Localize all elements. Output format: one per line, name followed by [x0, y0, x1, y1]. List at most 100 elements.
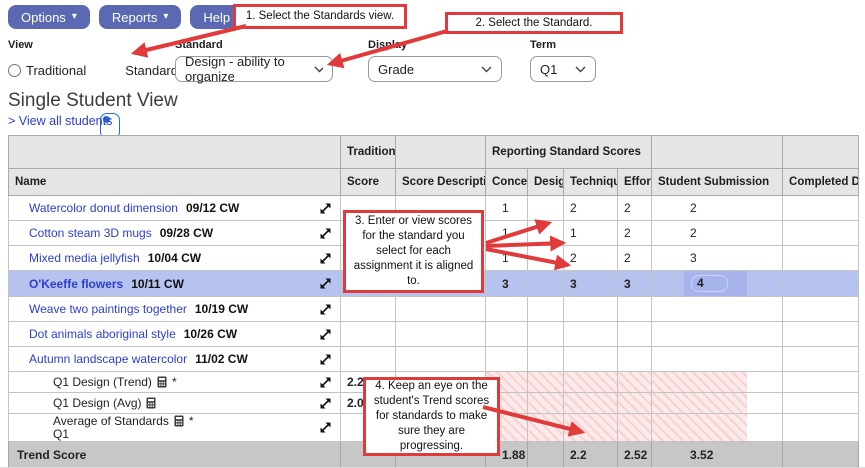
student-submission-score-cell [652, 393, 783, 414]
completed-date-cell [783, 271, 859, 297]
view-label: View [8, 39, 33, 51]
effort-score-cell[interactable]: 2 [618, 221, 652, 246]
score-input[interactable]: 4 [691, 275, 728, 292]
assignment-link[interactable]: Autumn landscape watercolor [29, 352, 187, 366]
technique-score-cell[interactable]: 2 [564, 196, 618, 221]
standard-select-value: Design - ability to organize [185, 54, 314, 84]
completed-date-cell [783, 322, 859, 347]
student-submission-score-cell[interactable]: 2 [652, 196, 783, 221]
student-submission-column-header: Student Submission [652, 169, 783, 196]
completed-date-cell [783, 297, 859, 322]
calculator-icon [174, 415, 184, 427]
design-score-cell[interactable] [528, 196, 564, 221]
technique-score-cell[interactable] [564, 297, 618, 322]
design-score-cell[interactable] [528, 221, 564, 246]
score-description-cell [396, 347, 486, 372]
assignment-link[interactable]: Mixed media jellyfish [29, 251, 140, 265]
term-select[interactable]: Q1 [530, 56, 596, 82]
assignment-link[interactable]: Cotton steam 3D mugs [29, 226, 152, 240]
empty-header-cell [396, 136, 486, 169]
caret-down-icon: ▾ [163, 12, 168, 22]
student-submission-score-cell [652, 372, 783, 393]
effort-score-cell[interactable]: 2 [618, 196, 652, 221]
expand-icon[interactable] [319, 303, 332, 316]
assignment-name-cell: Dot animals aboriginal style10/26 CW [9, 327, 340, 341]
empty-header-cell [652, 136, 783, 169]
table-row: Dot animals aboriginal style10/26 CW [9, 322, 859, 347]
expand-icon[interactable] [319, 353, 332, 366]
assignment-name-cell: O'Keeffe flowers 10/11 CW [9, 277, 340, 291]
empty-header-cell [9, 136, 341, 169]
expand-icon[interactable] [319, 202, 332, 215]
annotation-step-2: 2. Select the Standard. [445, 12, 623, 34]
trend-completed-date-cell [783, 442, 859, 468]
student-submission-score-cell[interactable]: 2 [652, 221, 783, 246]
options-button-label: Options [21, 10, 66, 25]
technique-score-cell[interactable]: 1 [564, 221, 618, 246]
effort-score-cell [618, 414, 652, 442]
assignment-link[interactable]: Dot animals aboriginal style [29, 327, 176, 341]
chevron-down-icon [314, 66, 323, 73]
caret-down-icon: ▾ [72, 12, 77, 22]
summary-label: Q1 Design (Trend) [53, 375, 152, 389]
summary-name-cell: Q1 Design (Trend) * [9, 375, 340, 389]
reports-button-label: Reports [112, 10, 158, 25]
score-cell[interactable] [341, 322, 396, 347]
effort-score-cell[interactable]: 3 [618, 271, 652, 297]
score-cell[interactable] [341, 297, 396, 322]
options-button[interactable]: Options ▾ [8, 5, 90, 29]
concept-score-cell[interactable]: 1 [486, 196, 528, 221]
effort-score-cell[interactable] [618, 297, 652, 322]
expand-icon[interactable] [319, 227, 332, 240]
expand-icon[interactable] [319, 421, 332, 434]
concept-score-cell[interactable] [486, 322, 528, 347]
concept-score-cell[interactable]: 1 [486, 246, 528, 271]
technique-score-cell[interactable]: 2 [564, 246, 618, 271]
concept-score-cell[interactable] [486, 297, 528, 322]
assignment-link[interactable]: Weave two paintings together [29, 302, 187, 316]
trend-effort-value: 2.52 [618, 442, 652, 468]
effort-score-cell[interactable] [618, 322, 652, 347]
student-submission-score-cell[interactable]: 3 [652, 246, 783, 271]
concept-score-cell[interactable] [486, 347, 528, 372]
assignment-link[interactable]: O'Keeffe flowers [29, 277, 123, 291]
expand-icon[interactable] [319, 252, 332, 265]
expand-icon[interactable] [319, 376, 332, 389]
technique-score-cell[interactable] [564, 322, 618, 347]
radio-traditional[interactable]: Traditional [8, 63, 86, 78]
expand-icon[interactable] [319, 397, 332, 410]
effort-score-cell [618, 393, 652, 414]
technique-score-cell [564, 414, 618, 442]
assignment-link[interactable]: Watercolor donut dimension [29, 201, 178, 215]
concept-score-cell[interactable]: 1 [486, 221, 528, 246]
term-label: Term [530, 39, 556, 51]
calculator-icon [157, 376, 167, 388]
assignment-date: 10/11 CW [131, 277, 184, 291]
design-score-cell[interactable] [528, 297, 564, 322]
assignment-name-cell: Weave two paintings together10/19 CW [9, 302, 340, 316]
student-submission-score-cell[interactable] [652, 347, 783, 372]
view-all-students-link[interactable]: > View all students [8, 114, 112, 128]
effort-score-cell[interactable]: 2 [618, 246, 652, 271]
summary-label-line2: Q1 [53, 428, 194, 441]
student-submission-score-cell[interactable] [652, 322, 783, 347]
completed-date-cell [783, 221, 859, 246]
standard-select[interactable]: Design - ability to organize [175, 56, 333, 82]
technique-score-cell[interactable] [564, 347, 618, 372]
effort-score-cell[interactable] [618, 347, 652, 372]
trend-score-label: Trend Score [9, 442, 341, 468]
expand-icon[interactable] [319, 328, 332, 341]
display-select[interactable]: Grade [368, 56, 502, 82]
expand-icon[interactable] [319, 277, 332, 290]
design-score-cell[interactable] [528, 271, 564, 297]
reports-button[interactable]: Reports ▾ [99, 5, 182, 29]
design-score-cell[interactable] [528, 246, 564, 271]
technique-score-cell[interactable]: 3 [564, 271, 618, 297]
score-cell[interactable] [341, 347, 396, 372]
design-score-cell[interactable] [528, 347, 564, 372]
assignment-date: 09/28 CW [160, 226, 213, 240]
radio-standards[interactable]: Standards [100, 57, 184, 83]
concept-score-cell[interactable]: 3 [486, 271, 528, 297]
student-submission-score-cell[interactable] [652, 297, 783, 322]
design-score-cell[interactable] [528, 322, 564, 347]
